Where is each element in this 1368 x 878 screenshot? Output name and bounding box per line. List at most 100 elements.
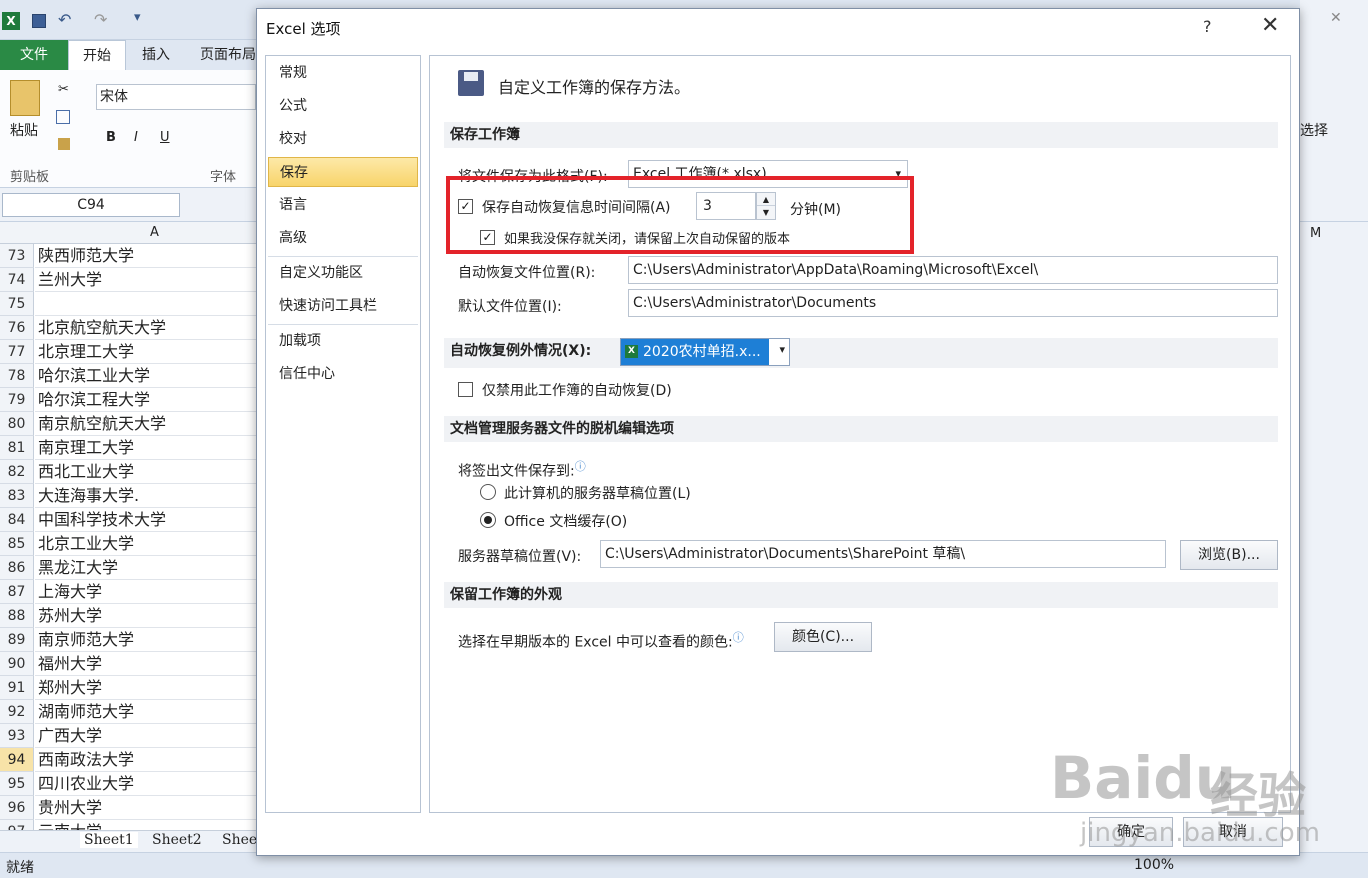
row-header[interactable]: 73 [0, 244, 34, 268]
window-close-icon[interactable]: ✕ [1330, 10, 1342, 26]
radio-office-cache[interactable] [480, 512, 496, 528]
save-icon[interactable] [32, 14, 46, 28]
radio-server-drafts[interactable] [480, 484, 496, 500]
table-cell[interactable]: 南京理工大学 [35, 436, 256, 460]
help-icon[interactable]: ? [1203, 17, 1212, 36]
table-cell[interactable] [35, 292, 256, 316]
row-header[interactable]: 93 [0, 724, 34, 748]
default-location-field[interactable]: C:\Users\Administrator\Documents [628, 289, 1278, 317]
table-cell[interactable]: 兰州大学 [35, 268, 256, 292]
undo-icon[interactable]: ↶ [58, 10, 71, 29]
table-cell[interactable]: 中国科学技术大学 [35, 508, 256, 532]
row-header[interactable]: 80 [0, 412, 34, 436]
row-header[interactable]: 96 [0, 796, 34, 820]
redo-icon[interactable]: ↷ [94, 10, 107, 29]
table-cell[interactable]: 广西大学 [35, 724, 256, 748]
row-header[interactable]: 89 [0, 628, 34, 652]
table-cell[interactable]: 哈尔滨工业大学 [35, 364, 256, 388]
close-icon[interactable]: ✕ [1261, 13, 1279, 38]
table-cell[interactable]: 大连海事大学. [35, 484, 256, 508]
row-header[interactable]: 74 [0, 268, 34, 292]
sheet-tab[interactable]: Sheet1 [80, 832, 138, 848]
sheet-tab[interactable]: Shee [222, 832, 257, 848]
autorecover-location-field[interactable]: C:\Users\Administrator\AppData\Roaming\M… [628, 256, 1278, 284]
row-header[interactable]: 82 [0, 460, 34, 484]
tab-insert[interactable]: 插入 [128, 40, 184, 70]
row-header[interactable]: 77 [0, 340, 34, 364]
radio-server-drafts-label[interactable]: 此计算机的服务器草稿位置(L) [504, 483, 691, 503]
table-cell[interactable]: 西北工业大学 [35, 460, 256, 484]
row-header[interactable]: 85 [0, 532, 34, 556]
radio-office-cache-label[interactable]: Office 文档缓存(O) [504, 511, 627, 531]
browse-button[interactable]: 浏览(B)... [1180, 540, 1278, 570]
table-cell[interactable]: 哈尔滨工程大学 [35, 388, 256, 412]
row-header[interactable]: 78 [0, 364, 34, 388]
customize-qat-icon[interactable]: ▾ [134, 10, 141, 25]
table-cell[interactable]: 黑龙江大学 [35, 556, 256, 580]
table-cell[interactable]: 上海大学 [35, 580, 256, 604]
bold-button[interactable]: B [106, 130, 116, 145]
row-header[interactable]: 83 [0, 484, 34, 508]
paste-label[interactable]: 粘贴 [10, 120, 38, 140]
column-m-header[interactable]: M [1310, 226, 1321, 241]
nav-proofing[interactable]: 校对 [268, 124, 418, 154]
exception-workbook-select[interactable]: 2020农村单招.x... X ▾ [620, 338, 790, 366]
tab-home[interactable]: 开始 [68, 40, 126, 71]
nav-general[interactable]: 常规 [268, 58, 418, 88]
copy-icon[interactable] [56, 110, 70, 124]
nav-language[interactable]: 语言 [268, 190, 418, 220]
italic-button[interactable]: I [134, 130, 138, 145]
format-painter-icon[interactable] [58, 138, 70, 150]
font-name-box[interactable]: 宋体 [96, 84, 256, 110]
row-header[interactable]: 81 [0, 436, 34, 460]
table-cell[interactable]: 北京工业大学 [35, 532, 256, 556]
column-a-header[interactable]: A [150, 225, 159, 240]
row-header[interactable]: 88 [0, 604, 34, 628]
table-cell[interactable]: 郑州大学 [35, 676, 256, 700]
name-box[interactable]: C94 [2, 193, 180, 217]
sheet-tab[interactable]: Sheet2 [152, 832, 202, 848]
row-header[interactable]: 92 [0, 700, 34, 724]
table-cell[interactable]: 贵州大学 [35, 796, 256, 820]
nav-customize-ribbon[interactable]: 自定义功能区 [268, 258, 418, 288]
nav-quick-access-toolbar[interactable]: 快速访问工具栏 [268, 291, 418, 321]
cut-icon[interactable]: ✂ [58, 82, 69, 97]
row-header[interactable]: 95 [0, 772, 34, 796]
select-label[interactable]: 选择 [1300, 120, 1328, 140]
save-disk-icon [458, 70, 484, 96]
dialog-title: Excel 选项 [257, 9, 1299, 49]
table-cell[interactable]: 南京航空航天大学 [35, 412, 256, 436]
nav-formulas[interactable]: 公式 [268, 91, 418, 121]
row-header[interactable]: 91 [0, 676, 34, 700]
row-header[interactable]: 75 [0, 292, 34, 316]
disable-autorecover-checkbox[interactable] [458, 382, 473, 397]
table-cell[interactable]: 湖南师范大学 [35, 700, 256, 724]
chevron-down-icon: ▾ [779, 343, 785, 356]
table-cell[interactable]: 西南政法大学 [35, 748, 256, 772]
table-cell[interactable]: 北京理工大学 [35, 340, 256, 364]
table-cell[interactable]: 陕西师范大学 [35, 244, 256, 268]
tab-file[interactable]: 文件 [0, 40, 68, 70]
nav-add-ins[interactable]: 加载项 [268, 326, 418, 356]
table-cell[interactable]: 南京师范大学 [35, 628, 256, 652]
table-cell[interactable]: 北京航空航天大学 [35, 316, 256, 340]
table-cell[interactable]: 四川农业大学 [35, 772, 256, 796]
table-cell[interactable]: 苏州大学 [35, 604, 256, 628]
paste-icon[interactable] [10, 80, 40, 116]
row-header[interactable]: 84 [0, 508, 34, 532]
row-header[interactable]: 86 [0, 556, 34, 580]
disable-autorecover-label[interactable]: 仅禁用此工作簿的自动恢复(D) [482, 380, 672, 400]
row-header[interactable]: 90 [0, 652, 34, 676]
row-header[interactable]: 87 [0, 580, 34, 604]
nav-advanced[interactable]: 高级 [268, 223, 418, 253]
row-header[interactable]: 76 [0, 316, 34, 340]
nav-save[interactable]: 保存 [268, 157, 418, 187]
row-header[interactable]: 79 [0, 388, 34, 412]
zoom-level[interactable]: 100% [1134, 857, 1174, 873]
nav-trust-center[interactable]: 信任中心 [268, 359, 418, 389]
colors-button[interactable]: 颜色(C)... [774, 622, 872, 652]
table-cell[interactable]: 福州大学 [35, 652, 256, 676]
row-header[interactable]: 94 [0, 748, 34, 772]
drafts-location-field[interactable]: C:\Users\Administrator\Documents\SharePo… [600, 540, 1166, 568]
underline-button[interactable]: U [160, 130, 170, 145]
